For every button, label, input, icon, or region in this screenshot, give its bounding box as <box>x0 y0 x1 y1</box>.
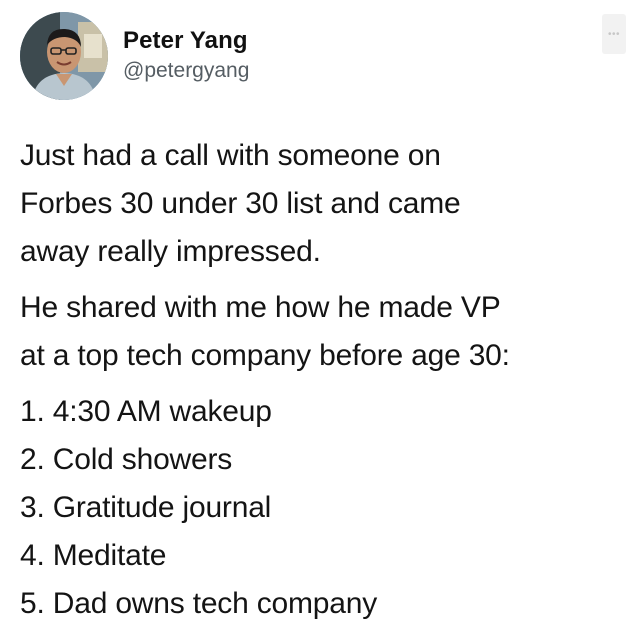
tweet-list: 1. 4:30 AM wakeup 2. Cold showers 3. Gra… <box>20 388 630 628</box>
more-options-button[interactable]: ••• <box>602 14 626 54</box>
tweet-card: Peter Yang @petergyang ••• Just had a ca… <box>0 0 640 640</box>
author-name[interactable]: Peter Yang <box>123 27 248 55</box>
list-item: 1. 4:30 AM wakeup <box>20 395 272 428</box>
tweet-line: Forbes 30 under 30 list and came <box>20 187 461 220</box>
tweet-line: He shared with me how he made VP <box>20 291 501 324</box>
tweet-paragraph: He shared with me how he made VP at a to… <box>20 284 630 380</box>
more-dots-icon: ••• <box>607 28 620 40</box>
author-avatar[interactable] <box>20 12 108 100</box>
tweet-paragraph: Just had a call with someone on Forbes 3… <box>20 132 630 276</box>
list-item: 4. Meditate <box>20 539 167 572</box>
tweet-line: at a top tech company before age 30: <box>20 339 510 372</box>
tweet-line: Just had a call with someone on <box>20 139 441 172</box>
list-item: 3. Gratitude journal <box>20 491 272 524</box>
list-item: 2. Cold showers <box>20 443 233 476</box>
author-handle[interactable]: @petergyang <box>123 59 249 83</box>
tweet-text: Just had a call with someone on Forbes 3… <box>20 132 630 628</box>
list-item: 5. Dad owns tech company <box>20 587 378 620</box>
tweet-line: away really impressed. <box>20 235 321 268</box>
profile-photo-icon <box>20 12 108 100</box>
